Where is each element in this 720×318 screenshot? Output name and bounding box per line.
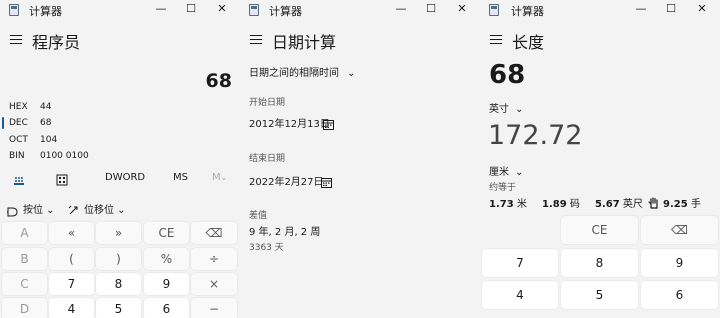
empty-key bbox=[482, 216, 558, 244]
result-display: 68 bbox=[205, 70, 232, 92]
minimize-button[interactable]: — bbox=[632, 1, 650, 17]
close-paren-key[interactable]: ) bbox=[96, 248, 141, 270]
maximize-button[interactable]: ☐ bbox=[422, 1, 440, 17]
programmer-calculator-window: 计算器 — ☐ ✕ 程序员 68 HEX 44 DEC 68 OCT 104 B… bbox=[0, 0, 240, 318]
radix-value: 44 bbox=[40, 102, 52, 112]
close-button[interactable]: ✕ bbox=[693, 1, 711, 17]
digit-6-key[interactable]: 6 bbox=[641, 281, 718, 309]
minimize-button[interactable]: — bbox=[152, 1, 170, 17]
input-unit-dropdown[interactable]: 英寸 ⌄ bbox=[489, 100, 523, 115]
digit-9-key[interactable]: 9 bbox=[144, 273, 189, 295]
backspace-key[interactable]: ⌫ bbox=[641, 216, 718, 244]
digit-5-key[interactable]: 5 bbox=[561, 281, 638, 309]
start-date-label: 开始日期 bbox=[249, 98, 286, 108]
difference-value: 9 年, 2 月, 2 周 bbox=[249, 227, 321, 238]
end-date-picker[interactable]: 2022年2月27日 bbox=[249, 173, 324, 188]
radix-value: 68 bbox=[40, 118, 52, 128]
logic-gate-icon bbox=[7, 202, 19, 217]
bitshift-icon bbox=[68, 201, 80, 215]
calculator-app-icon bbox=[249, 4, 259, 16]
output-value-display[interactable]: 172.72 bbox=[488, 120, 582, 151]
calculator-app-icon bbox=[489, 4, 499, 16]
end-date-label: 结束日期 bbox=[249, 154, 286, 164]
backspace-key[interactable]: ⌫ bbox=[191, 222, 237, 244]
subtract-key[interactable]: − bbox=[191, 298, 237, 318]
radix-label: DEC bbox=[9, 118, 28, 128]
rol-key[interactable]: « bbox=[49, 222, 94, 244]
digit-4-key[interactable]: 4 bbox=[482, 281, 558, 309]
bitwise-dropdown[interactable]: 按位 ⌄ bbox=[23, 201, 55, 216]
approx-yards: 1.89 码 bbox=[542, 199, 580, 210]
digit-7-key[interactable]: 7 bbox=[482, 249, 558, 277]
memory-recall-button[interactable]: M⌄ bbox=[212, 172, 227, 183]
ror-key[interactable]: » bbox=[96, 222, 141, 244]
window-title: 计算器 bbox=[511, 5, 544, 18]
clear-entry-key[interactable]: CE bbox=[561, 216, 638, 244]
input-value-display[interactable]: 68 bbox=[489, 60, 525, 90]
length-converter-window: 计算器 — ☐ ✕ 长度 68 英寸 ⌄ 172.72 厘米 ⌄ 约等于 1.73 … bbox=[480, 0, 720, 318]
radix-label: HEX bbox=[9, 102, 28, 112]
date-calculator-window: 计算器 — ☐ ✕ 日期计算 日期之间的相隔时间 ⌄ 开始日期 2012年12月1… bbox=[240, 0, 480, 318]
hex-key-b[interactable]: B bbox=[2, 248, 47, 270]
radix-value: 0100 0100 bbox=[40, 151, 89, 161]
window-title: 计算器 bbox=[269, 5, 302, 18]
digit-8-key[interactable]: 8 bbox=[561, 249, 638, 277]
calendar-icon[interactable] bbox=[321, 173, 332, 188]
output-unit-dropdown[interactable]: 厘米 ⌄ bbox=[489, 163, 523, 178]
close-button[interactable]: ✕ bbox=[213, 1, 231, 17]
bitshift-dropdown[interactable]: 位移位 ⌄ bbox=[84, 201, 126, 216]
close-button[interactable]: ✕ bbox=[453, 1, 471, 17]
approx-meters: 1.73 米 bbox=[489, 199, 527, 210]
memory-store-button[interactable]: MS bbox=[173, 172, 188, 183]
percent-key[interactable]: % bbox=[144, 248, 189, 270]
radix-label: BIN bbox=[9, 151, 25, 161]
hamburger-menu-icon[interactable] bbox=[490, 35, 502, 45]
open-paren-key[interactable]: ( bbox=[49, 248, 94, 270]
minimize-button[interactable]: — bbox=[392, 1, 410, 17]
approx-feet: 5.67 英尺 bbox=[595, 199, 643, 210]
word-size-button[interactable]: DWORD bbox=[105, 172, 145, 183]
calendar-icon[interactable] bbox=[323, 115, 334, 130]
hex-key-d[interactable]: D bbox=[2, 298, 47, 318]
hex-key-c[interactable]: C bbox=[2, 273, 47, 295]
radix-value: 104 bbox=[40, 135, 58, 145]
mode-title: 长度 bbox=[512, 33, 545, 52]
digit-6-key[interactable]: 6 bbox=[144, 298, 189, 318]
selected-radix-indicator bbox=[2, 117, 4, 129]
mode-title: 程序员 bbox=[32, 33, 81, 52]
radix-label: OCT bbox=[9, 135, 28, 145]
window-title: 计算器 bbox=[29, 5, 62, 18]
difference-days: 3363 天 bbox=[249, 243, 284, 253]
bit-toggling-keypad-icon[interactable] bbox=[56, 171, 68, 186]
difference-label: 差值 bbox=[249, 211, 268, 221]
hamburger-menu-icon[interactable] bbox=[10, 35, 22, 45]
maximize-button[interactable]: ☐ bbox=[182, 1, 200, 17]
hand-icon bbox=[648, 194, 660, 209]
approx-hands: 9.25 手 bbox=[663, 199, 701, 210]
calc-type-dropdown[interactable]: 日期之间的相隔时间 ⌄ bbox=[249, 64, 355, 79]
mode-title: 日期计算 bbox=[272, 33, 337, 52]
digit-9-key[interactable]: 9 bbox=[641, 249, 718, 277]
clear-entry-key[interactable]: CE bbox=[144, 222, 189, 244]
hamburger-menu-icon[interactable] bbox=[250, 35, 262, 45]
maximize-button[interactable]: ☐ bbox=[662, 1, 680, 17]
full-keypad-icon[interactable] bbox=[14, 171, 24, 185]
start-date-picker[interactable]: 2012年12月13日 bbox=[249, 115, 330, 130]
hex-key-a[interactable]: A bbox=[2, 222, 47, 244]
digit-5-key[interactable]: 5 bbox=[96, 298, 141, 318]
digit-7-key[interactable]: 7 bbox=[49, 273, 94, 295]
multiply-key[interactable]: × bbox=[191, 273, 237, 295]
digit-8-key[interactable]: 8 bbox=[96, 273, 141, 295]
active-tab-underline bbox=[14, 183, 24, 185]
digit-4-key[interactable]: 4 bbox=[49, 298, 94, 318]
divide-key[interactable]: ÷ bbox=[191, 248, 237, 270]
calculator-app-icon bbox=[9, 4, 19, 16]
approx-label: 约等于 bbox=[489, 183, 517, 193]
